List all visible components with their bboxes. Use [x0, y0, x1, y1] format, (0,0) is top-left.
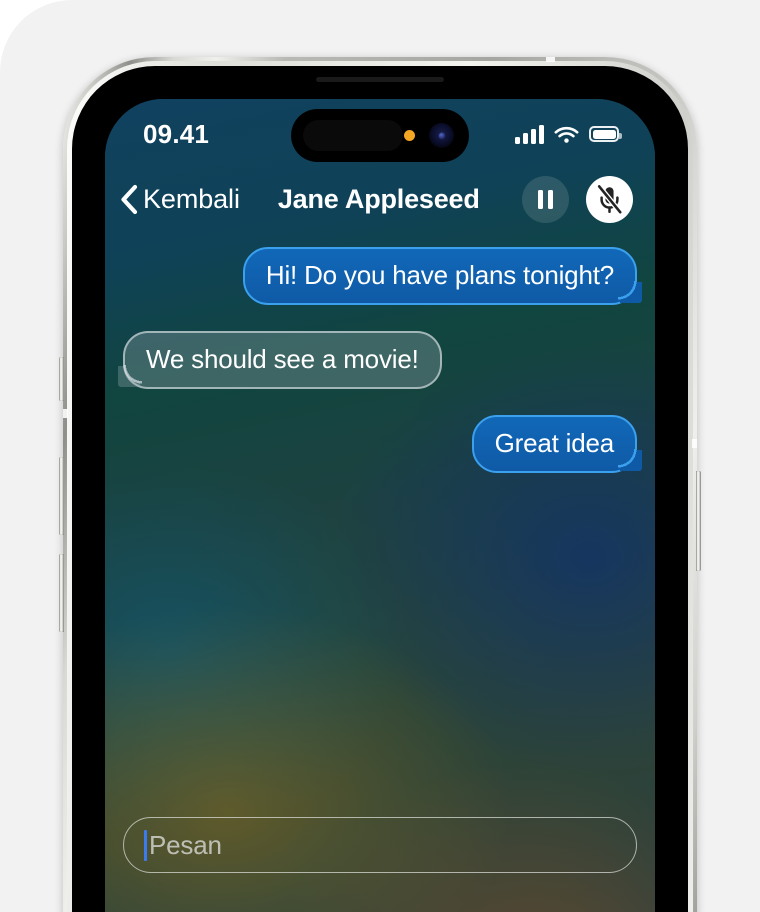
- message-bubble-sent[interactable]: Hi! Do you have plans tonight?: [242, 247, 645, 306]
- message-input-bar: Pesan: [105, 817, 655, 873]
- dynamic-island[interactable]: [291, 109, 469, 162]
- wifi-icon: [554, 126, 579, 143]
- page-title: Jane Appleseed: [277, 183, 480, 214]
- pause-icon: [538, 189, 543, 209]
- pause-button[interactable]: [522, 175, 569, 223]
- message-row: Great idea: [123, 415, 645, 474]
- microphone-active-indicator-icon: [404, 130, 415, 141]
- status-bar-indicators: [515, 124, 622, 144]
- antenna-seam-top-right: [546, 57, 555, 62]
- device-screen: 09.41 Kembali Jane Appleseed Hi! Do you …: [105, 99, 655, 912]
- action-button[interactable]: [59, 357, 64, 401]
- antenna-seam-right: [692, 439, 697, 448]
- island-pill: [303, 120, 403, 151]
- cellular-signal-icon: [515, 124, 544, 144]
- chevron-left-icon: [121, 184, 138, 214]
- back-button[interactable]: Kembali: [113, 180, 246, 219]
- earpiece-speaker-grille: [316, 77, 444, 82]
- microphone-slash-icon: [596, 184, 623, 214]
- page-canvas: 09.41 Kembali Jane Appleseed Hi! Do you …: [0, 0, 760, 912]
- volume-down-button[interactable]: [59, 554, 64, 632]
- message-bubble-received[interactable]: We should see a movie!: [116, 331, 442, 390]
- antenna-seam-left: [63, 409, 68, 418]
- navigation-bar: Kembali Jane Appleseed: [105, 163, 655, 235]
- volume-up-button[interactable]: [59, 457, 64, 535]
- message-input-placeholder: Pesan: [149, 829, 222, 860]
- power-button[interactable]: [696, 471, 701, 571]
- back-button-label: Kembali: [143, 183, 240, 214]
- device-bezel: 09.41 Kembali Jane Appleseed Hi! Do you …: [72, 66, 688, 912]
- battery-icon: [589, 126, 622, 142]
- message-list: Hi! Do you have plans tonight? We should…: [105, 247, 655, 474]
- status-bar-time: 09.41: [143, 118, 210, 149]
- message-bubble-sent[interactable]: Great idea: [471, 415, 645, 474]
- message-input[interactable]: Pesan: [123, 817, 637, 873]
- text-caret: [144, 829, 147, 861]
- nav-actions: [522, 175, 633, 223]
- front-camera-icon: [429, 123, 454, 148]
- message-row: Hi! Do you have plans tonight?: [123, 247, 645, 306]
- message-row: We should see a movie!: [116, 331, 637, 390]
- device-frame: 09.41 Kembali Jane Appleseed Hi! Do you …: [59, 57, 701, 912]
- mute-button[interactable]: [586, 175, 633, 223]
